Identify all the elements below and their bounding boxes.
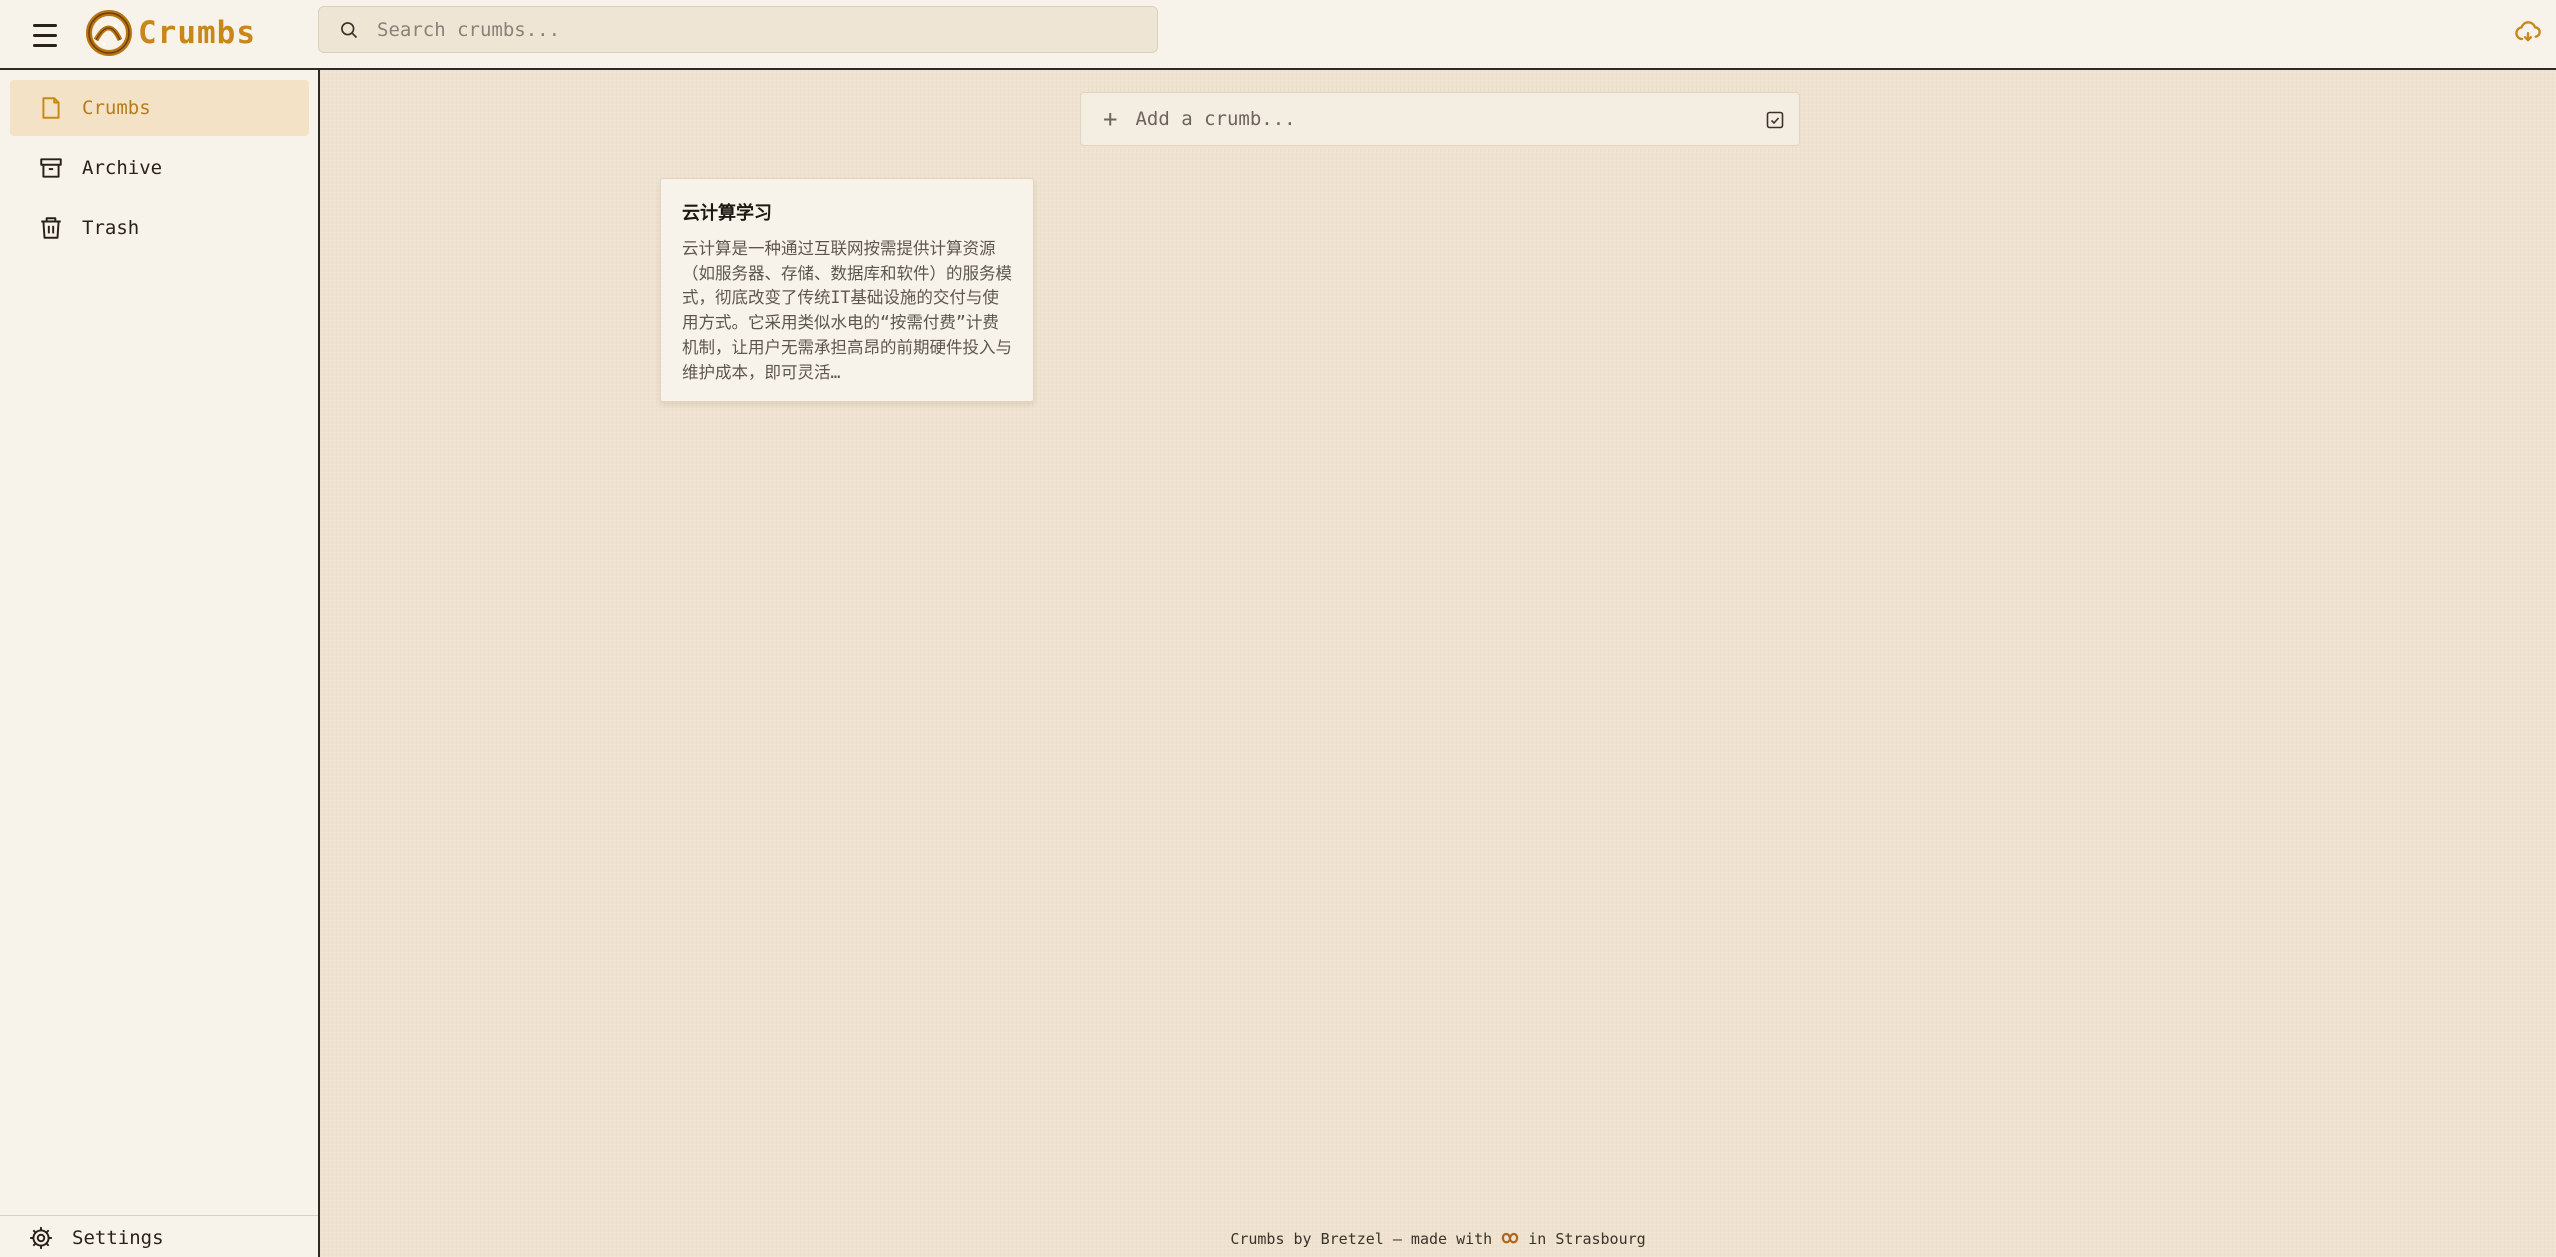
sidebar-item-label: Archive xyxy=(82,157,163,179)
note-body: 云计算是一种通过互联网按需提供计算资源（如服务器、存储、数据库和软件）的服务模式… xyxy=(682,239,1012,382)
add-crumb-placeholder: Add a crumb... xyxy=(1135,108,1296,130)
note-card[interactable]: 云计算学习 云计算是一种通过互联网按需提供计算资源（如服务器、存储、数据库和软件… xyxy=(660,178,1034,402)
search-bar[interactable] xyxy=(318,6,1158,53)
settings-label: Settings xyxy=(72,1227,164,1249)
logo[interactable]: Crumbs xyxy=(86,6,256,60)
gear-icon xyxy=(30,1227,52,1249)
sidebar-item-crumbs[interactable]: Crumbs xyxy=(10,80,309,136)
footer-text-before: Crumbs by Bretzel — made with xyxy=(1230,1230,1493,1248)
sidebar: Crumbs Archive Trash Settings xyxy=(0,70,320,1257)
add-crumb-input[interactable]: + Add a crumb... xyxy=(1080,92,1800,146)
cloud-sync-icon[interactable] xyxy=(2514,18,2542,46)
archive-icon xyxy=(40,158,62,178)
search-input[interactable] xyxy=(377,18,1157,41)
pretzel-logo-icon xyxy=(86,10,132,56)
sidebar-item-label: Crumbs xyxy=(82,97,151,119)
sidebar-footer: Settings xyxy=(0,1215,318,1257)
sidebar-item-archive[interactable]: Archive xyxy=(10,140,309,196)
pretzel-icon xyxy=(1502,1232,1519,1244)
note-title: 云计算学习 xyxy=(682,203,772,224)
top-bar: Crumbs xyxy=(0,0,2556,70)
footer-credit: Crumbs by Bretzel — made with in Strasbo… xyxy=(320,1230,2556,1248)
sidebar-item-label: Trash xyxy=(82,217,140,239)
menu-icon[interactable] xyxy=(26,16,64,54)
app-root: Crumbs Crumbs Archive xyxy=(0,0,2556,1257)
trash-icon xyxy=(41,217,61,239)
app-name: Crumbs xyxy=(138,15,256,51)
checklist-icon[interactable] xyxy=(1765,110,1785,130)
plus-icon: + xyxy=(1103,105,1118,133)
main-content: + Add a crumb... 云计算学习 云计算是一种通过互联网按需提供计算… xyxy=(320,70,2556,1257)
sidebar-item-trash[interactable]: Trash xyxy=(10,200,309,256)
note-icon xyxy=(42,97,60,119)
settings-button[interactable]: Settings xyxy=(28,1225,164,1251)
footer-text-after: in Strasbourg xyxy=(1528,1230,1646,1248)
search-icon xyxy=(341,21,358,38)
